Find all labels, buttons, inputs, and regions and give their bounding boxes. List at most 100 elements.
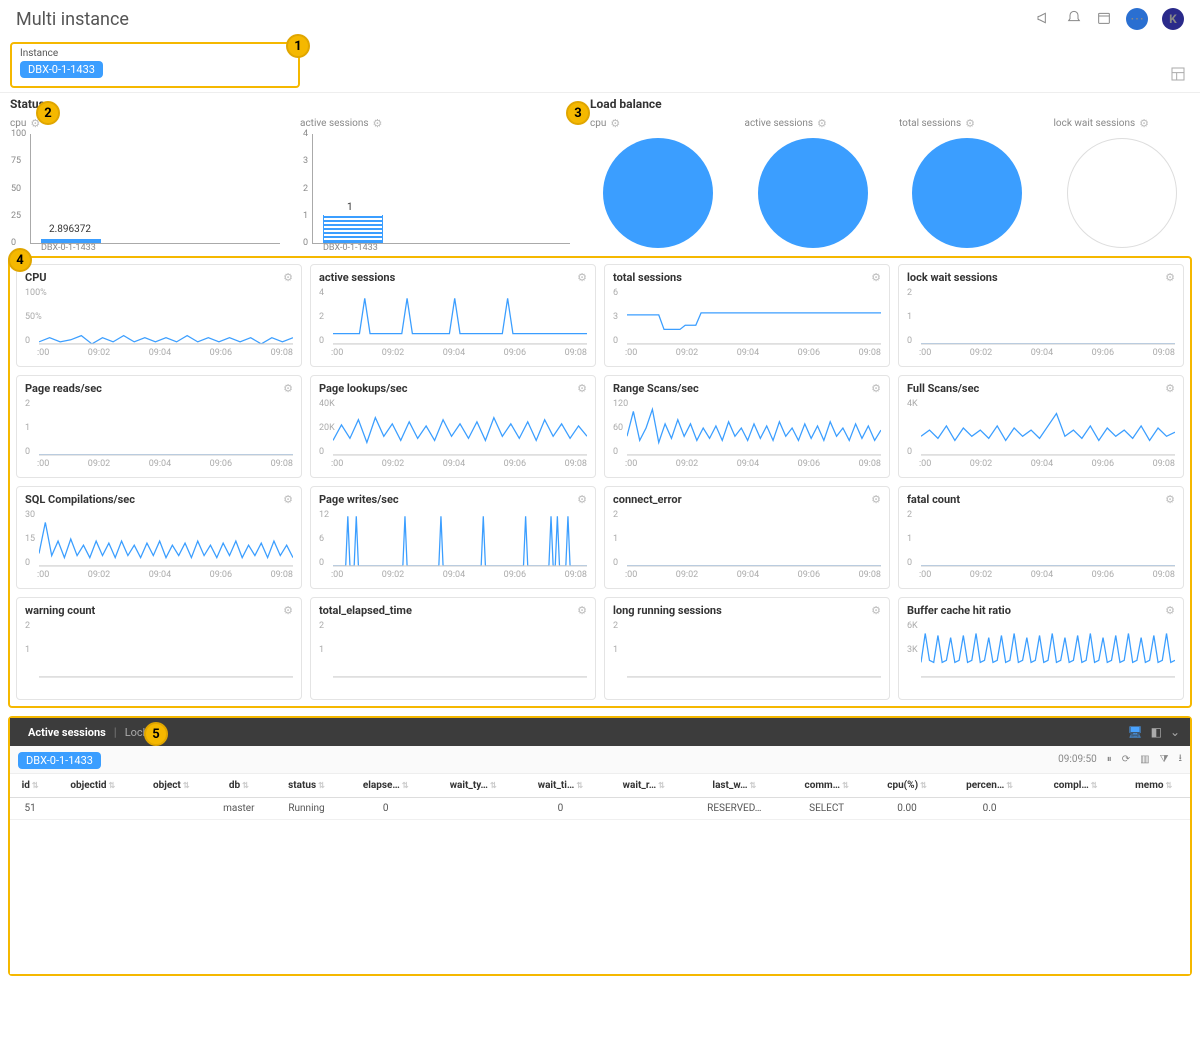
- bell-icon[interactable]: [1066, 10, 1082, 29]
- column-header[interactable]: db⇅: [207, 774, 270, 798]
- gear-icon[interactable]: ⚙: [1165, 271, 1175, 284]
- gear-icon[interactable]: ⚙: [577, 271, 587, 284]
- chart-area: 21: [25, 621, 293, 695]
- column-header[interactable]: memo⇅: [1117, 774, 1190, 798]
- megaphone-icon[interactable]: [1036, 10, 1052, 29]
- chart-grid: CPU ⚙ 100%50%0 :0009:0209:0409:0609:08 a…: [16, 264, 1184, 700]
- column-header[interactable]: object⇅: [135, 774, 207, 798]
- column-header[interactable]: wait_ty…⇅: [429, 774, 518, 798]
- column-header[interactable]: cpu(%)⇅: [869, 774, 946, 798]
- gear-icon[interactable]: ⚙: [817, 117, 827, 130]
- column-header[interactable]: wait_r…⇅: [603, 774, 684, 798]
- sessions-table-scroll[interactable]: id⇅objectid⇅object⇅db⇅status⇅elapse…⇅wai…: [10, 774, 1190, 974]
- card-title: Page lookups/sec: [319, 382, 407, 395]
- sessions-panel: 5 Active sessions | Lock tre 🖥 ◧ ⌄ DBX-0…: [8, 716, 1192, 976]
- loadbalance-panel: Load balance cpu ⚙active sessions ⚙total…: [590, 97, 1190, 248]
- column-header[interactable]: wait_ti…⇅: [517, 774, 603, 798]
- card-connect-error: connect_error ⚙ 210 :0009:0209:0409:0609…: [604, 486, 890, 589]
- sessions-table: id⇅objectid⇅object⇅db⇅status⇅elapse…⇅wai…: [10, 774, 1190, 820]
- timestamp: 09:09:50: [1058, 754, 1097, 765]
- filter-icon[interactable]: ⧩: [1160, 754, 1169, 765]
- card-title: Page writes/sec: [319, 493, 399, 506]
- instance-label: Instance: [20, 48, 290, 59]
- gear-icon[interactable]: ⚙: [1165, 493, 1175, 506]
- status-cpu-chart: cpu ⚙ 100 75 50 25 0 2.896372 DBX-0-1-14…: [10, 117, 280, 244]
- card-title: warning count: [25, 604, 95, 617]
- card-title: active sessions: [319, 271, 395, 284]
- column-header[interactable]: percen…⇅: [945, 774, 1033, 798]
- card-title: Page reads/sec: [25, 382, 102, 395]
- gear-icon[interactable]: ⚙: [283, 382, 293, 395]
- chevron-down-icon[interactable]: ⌄: [1170, 725, 1180, 739]
- gear-icon[interactable]: ⚙: [577, 493, 587, 506]
- column-header[interactable]: last_w…⇅: [684, 774, 784, 798]
- status-sessions-chart: active sessions ⚙ 4 3 2 1 0 1 DBX-0-1-14…: [300, 117, 570, 244]
- card-range-scans-sec: Range Scans/sec ⚙ 120600 :0009:0209:0409…: [604, 375, 890, 478]
- pause-icon[interactable]: ⏸: [1107, 754, 1112, 765]
- loadbalance-title: Load balance: [590, 97, 1190, 111]
- gear-icon[interactable]: ⚙: [1139, 117, 1149, 130]
- gear-icon[interactable]: ⚙: [1165, 604, 1175, 617]
- chart-area: 30150 :0009:0209:0409:0609:08: [25, 510, 293, 584]
- gear-icon[interactable]: ⚙: [577, 382, 587, 395]
- card-title: Buffer cache hit ratio: [907, 604, 1011, 617]
- header-actions: ⋯ K: [1036, 8, 1184, 30]
- gear-icon[interactable]: ⚙: [965, 117, 975, 130]
- chart-area: 21: [613, 621, 881, 695]
- refresh-icon[interactable]: ⟳: [1122, 754, 1130, 765]
- gear-icon[interactable]: ⚙: [871, 271, 881, 284]
- calendar-icon[interactable]: [1096, 10, 1112, 29]
- chart-area: 210 :0009:0209:0409:0609:08: [25, 399, 293, 473]
- gear-icon[interactable]: ⚙: [373, 117, 383, 130]
- gear-icon[interactable]: ⚙: [283, 604, 293, 617]
- gear-icon[interactable]: ⚙: [871, 493, 881, 506]
- column-header[interactable]: elapse…⇅: [342, 774, 428, 798]
- card-full-scans-sec: Full Scans/sec ⚙ 4K0 :0009:0209:0409:060…: [898, 375, 1184, 478]
- column-header[interactable]: status⇅: [271, 774, 343, 798]
- table-row[interactable]: 51masterRunning00RESERVED…SELECT0.000.0: [10, 798, 1190, 820]
- screen-icon[interactable]: 🖥: [1127, 725, 1142, 739]
- card-fatal-count: fatal count ⚙ 210 :0009:0209:0409:0609:0…: [898, 486, 1184, 589]
- callout-3: 3: [566, 101, 590, 125]
- card-title: total sessions: [613, 271, 682, 284]
- card-title: total_elapsed_time: [319, 604, 412, 617]
- columns-icon[interactable]: ▥: [1140, 754, 1149, 765]
- pie-cpu: cpu ⚙: [590, 117, 727, 248]
- chart-area: 6K3K: [907, 621, 1175, 695]
- gear-icon[interactable]: ⚙: [283, 493, 293, 506]
- chart-area: 210 :0009:0209:0409:0609:08: [907, 288, 1175, 362]
- sessions-tabbar: Active sessions | Lock tre 🖥 ◧ ⌄: [10, 718, 1190, 746]
- gear-icon[interactable]: ⚙: [283, 271, 293, 284]
- tab-active-sessions[interactable]: Active sessions: [20, 726, 114, 739]
- avatar[interactable]: K: [1162, 8, 1184, 30]
- status-panel: Status cpu ⚙ 100 75 50 25 0 2.896372 DBX…: [10, 97, 570, 248]
- gear-icon[interactable]: ⚙: [1165, 382, 1175, 395]
- layout-icon[interactable]: [1170, 66, 1186, 85]
- column-header[interactable]: objectid⇅: [50, 774, 135, 798]
- column-header[interactable]: comm…⇅: [785, 774, 869, 798]
- header: Multi instance ⋯ K: [0, 0, 1200, 38]
- chart-area: 100%50%0 :0009:0209:0409:0609:08: [25, 288, 293, 362]
- chart-area: 210 :0009:0209:0409:0609:08: [907, 510, 1175, 584]
- page-title: Multi instance: [16, 9, 129, 30]
- more-icon[interactable]: ⋯: [1126, 8, 1148, 30]
- card-buffer-cache-hit-ratio: Buffer cache hit ratio ⚙ 6K3K: [898, 597, 1184, 700]
- card-total-sessions: total sessions ⚙ 630 :0009:0209:0409:060…: [604, 264, 890, 367]
- instance-chip[interactable]: DBX-0-1-1433: [20, 61, 103, 78]
- instance-selector[interactable]: Instance DBX-0-1-1433: [10, 42, 300, 88]
- card-title: SQL Compilations/sec: [25, 493, 135, 506]
- column-header[interactable]: id⇅: [10, 774, 50, 798]
- panel-icon[interactable]: ◧: [1151, 725, 1162, 739]
- card-warning-count: warning count ⚙ 21: [16, 597, 302, 700]
- callout-5: 5: [144, 722, 168, 746]
- column-header[interactable]: compl…⇅: [1034, 774, 1118, 798]
- card-title: connect_error: [613, 493, 682, 506]
- gear-icon[interactable]: ⚙: [577, 604, 587, 617]
- gear-icon[interactable]: ⚙: [871, 604, 881, 617]
- gear-icon[interactable]: ⚙: [610, 117, 620, 130]
- download-icon[interactable]: ⭳: [1179, 751, 1183, 768]
- sessions-instance-chip[interactable]: DBX-0-1-1433: [18, 752, 101, 769]
- gear-icon[interactable]: ⚙: [871, 382, 881, 395]
- card-long-running-sessions: long running sessions ⚙ 21: [604, 597, 890, 700]
- callout-4: 4: [8, 248, 32, 272]
